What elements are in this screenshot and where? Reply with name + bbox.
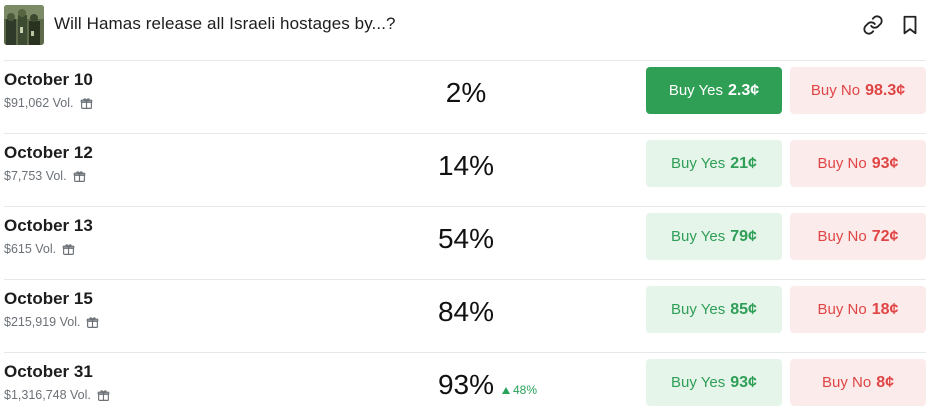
buy-no-button[interactable]: Buy No 72¢ (790, 213, 926, 260)
outcome-volume: $7,753 Vol. (4, 169, 86, 183)
outcome-date[interactable]: October 31 (4, 362, 93, 382)
outcome-row: October 10 $91,062 Vol. 2% Buy Yes 2.3¢ … (4, 60, 926, 133)
outcome-row: October 15 $215,919 Vol. 84% Buy Yes 85¢… (4, 279, 926, 352)
buy-no-label: Buy No (810, 82, 861, 99)
outcome-volume: $615 Vol. (4, 242, 75, 256)
outcome-probability: 54% (437, 223, 495, 254)
buy-yes-price: 85¢ (730, 300, 757, 318)
outcome-probability: 2% (445, 77, 487, 108)
buy-yes-button[interactable]: Buy Yes 93¢ (646, 359, 782, 406)
buy-yes-button[interactable]: Buy Yes 85¢ (646, 286, 782, 333)
buy-no-price: 98.3¢ (865, 81, 906, 99)
outcome-date[interactable]: October 12 (4, 143, 93, 163)
outcome-volume: $91,062 Vol. (4, 96, 93, 110)
outcome-list: October 10 $91,062 Vol. 2% Buy Yes 2.3¢ … (4, 60, 926, 409)
buy-yes-label: Buy Yes (668, 82, 724, 99)
buy-no-button[interactable]: Buy No 8¢ (790, 359, 926, 406)
buy-no-label: Buy No (817, 155, 867, 172)
volume-text: $1,316,748 Vol. (4, 388, 91, 402)
gift-icon[interactable] (80, 97, 93, 110)
buy-yes-button[interactable]: Buy Yes 2.3¢ (646, 67, 782, 114)
gift-icon[interactable] (62, 243, 75, 256)
buy-yes-price: 93¢ (730, 373, 757, 391)
outcome-row: October 12 $7,753 Vol. 14% Buy Yes 21¢ B… (4, 133, 926, 206)
buy-yes-price: 21¢ (730, 154, 757, 172)
outcome-row: October 31 $1,316,748 Vol. 93% 48% Buy Y… (4, 352, 926, 409)
gift-icon[interactable] (86, 316, 99, 329)
buy-no-button[interactable]: Buy No 98.3¢ (790, 67, 926, 114)
gift-icon[interactable] (97, 389, 110, 402)
outcome-date[interactable]: October 15 (4, 289, 93, 309)
buy-no-button[interactable]: Buy No 18¢ (790, 286, 926, 333)
market-title: Will Hamas release all Israeli hostages … (54, 14, 396, 33)
buy-yes-label: Buy Yes (671, 301, 726, 318)
change-value: 48% (513, 383, 538, 397)
volume-text: $91,062 Vol. (4, 96, 74, 110)
buy-no-button[interactable]: Buy No 93¢ (790, 140, 926, 187)
buy-yes-label: Buy Yes (671, 155, 726, 172)
trend-up-icon (502, 386, 510, 394)
outcome-probability: 84% (437, 296, 495, 327)
market-image[interactable] (4, 5, 44, 45)
volume-text: $215,919 Vol. (4, 315, 81, 329)
outcome-row: October 13 $615 Vol. 54% Buy Yes 79¢ Buy… (4, 206, 926, 279)
link-icon[interactable] (862, 14, 884, 36)
buy-yes-label: Buy Yes (671, 374, 726, 391)
buy-no-price: 72¢ (871, 227, 899, 245)
buy-no-price: 93¢ (871, 154, 899, 172)
buy-no-label: Buy No (822, 374, 872, 391)
probability-change: 48% (502, 383, 537, 397)
market-header: Will Hamas release all Israeli hostages … (0, 0, 928, 50)
buy-no-label: Buy No (817, 228, 867, 245)
outcome-volume: $215,919 Vol. (4, 315, 99, 329)
volume-text: $7,753 Vol. (4, 169, 67, 183)
buy-yes-button[interactable]: Buy Yes 79¢ (646, 213, 782, 260)
buy-no-price: 8¢ (876, 373, 894, 391)
outcome-probability: 93% (437, 369, 495, 400)
buy-yes-price: 2.3¢ (728, 81, 760, 99)
buy-yes-price: 79¢ (730, 227, 757, 245)
outcome-date[interactable]: October 13 (4, 216, 93, 236)
gift-icon[interactable] (73, 170, 86, 183)
buy-yes-label: Buy Yes (671, 228, 726, 245)
buy-no-label: Buy No (817, 301, 867, 318)
volume-text: $615 Vol. (4, 242, 57, 256)
buy-yes-button[interactable]: Buy Yes 21¢ (646, 140, 782, 187)
bookmark-icon[interactable] (899, 14, 921, 36)
buy-no-price: 18¢ (871, 300, 899, 318)
outcome-probability: 14% (437, 150, 495, 181)
outcome-date[interactable]: October 10 (4, 70, 93, 90)
outcome-volume: $1,316,748 Vol. (4, 388, 110, 402)
